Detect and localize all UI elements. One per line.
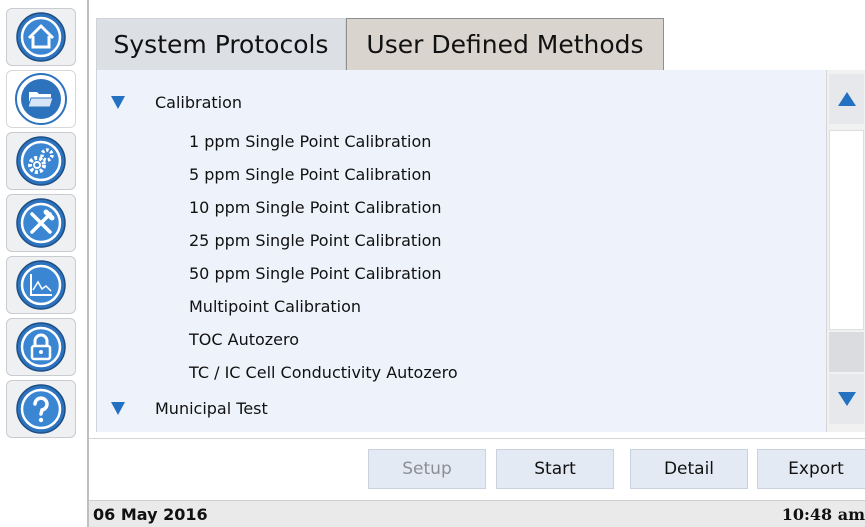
scroll-thumb[interactable]	[829, 130, 864, 330]
tree-group-label: Municipal Test	[155, 399, 268, 418]
home-icon	[16, 12, 66, 62]
tree-item[interactable]: TOC Autozero	[189, 323, 299, 356]
tree-scrollbar[interactable]	[826, 70, 865, 432]
sidebar	[0, 0, 88, 527]
methods-button[interactable]	[6, 70, 76, 128]
export-button[interactable]: Export	[757, 449, 865, 489]
help-button[interactable]	[6, 380, 76, 438]
status-bar: 06 May 2016 10:48 am	[89, 500, 865, 527]
tree-item[interactable]: TC / IC Cell Conductivity Autozero	[189, 356, 458, 389]
protocol-tree: Calibration 1 ppm Single Point Calibrati…	[96, 70, 826, 432]
expand-triangle-icon[interactable]	[111, 96, 125, 109]
help-icon	[16, 384, 66, 434]
tab-system-protocols[interactable]: System Protocols	[96, 18, 346, 70]
down-arrow-icon	[837, 392, 856, 406]
tree-item[interactable]: 25 ppm Single Point Calibration	[189, 224, 442, 257]
tools-icon	[16, 198, 66, 248]
tree-item[interactable]: 1 ppm Single Point Calibration	[189, 125, 431, 158]
tree-item[interactable]: 10 ppm Single Point Calibration	[189, 191, 442, 224]
gears-icon	[16, 136, 66, 186]
status-time: 10:48 am	[781, 505, 865, 524]
start-button[interactable]: Start	[496, 449, 614, 489]
tree-group-calibration[interactable]: Calibration	[111, 86, 242, 119]
data-button[interactable]	[6, 256, 76, 314]
maintenance-button[interactable]	[6, 194, 76, 252]
lock-icon	[16, 322, 66, 372]
setup-action-button[interactable]: Setup	[368, 449, 486, 489]
tab-user-defined-methods[interactable]: User Defined Methods	[346, 18, 664, 70]
home-button[interactable]	[6, 8, 76, 66]
folder-icon	[15, 73, 67, 125]
tree-group-label: Calibration	[155, 93, 243, 112]
scroll-down-button[interactable]	[829, 374, 864, 424]
tree-item[interactable]: Multipoint Calibration	[189, 290, 361, 323]
scroll-track[interactable]	[829, 332, 864, 372]
security-button[interactable]	[6, 318, 76, 376]
detail-button[interactable]: Detail	[630, 449, 748, 489]
up-arrow-icon	[837, 92, 856, 106]
tree-item[interactable]: 50 ppm Single Point Calibration	[189, 257, 442, 290]
chart-icon	[16, 260, 66, 310]
scroll-up-button[interactable]	[829, 74, 864, 124]
expand-triangle-icon[interactable]	[111, 402, 125, 415]
tree-group-municipal-test[interactable]: Municipal Test	[111, 392, 268, 425]
tree-item[interactable]: 5 ppm Single Point Calibration	[189, 158, 431, 191]
status-date: 06 May 2016	[93, 505, 208, 524]
setup-button[interactable]	[6, 132, 76, 190]
action-bar: Setup Start Detail Export	[89, 438, 865, 497]
